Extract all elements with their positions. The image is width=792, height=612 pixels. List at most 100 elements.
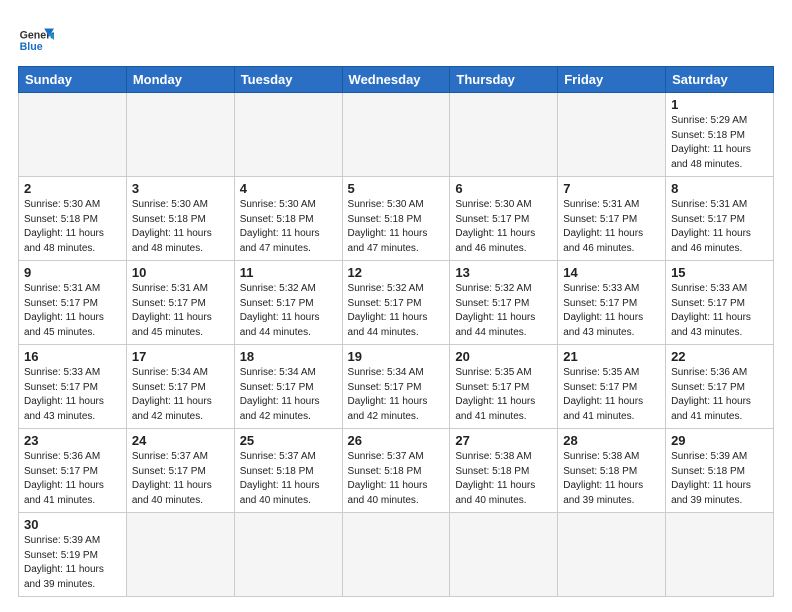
weekday-header-thursday: Thursday — [450, 67, 558, 93]
calendar-cell: 1 Sunrise: 5:29 AMSunset: 5:18 PMDaylight… — [666, 93, 774, 177]
weekday-header-wednesday: Wednesday — [342, 67, 450, 93]
calendar-cell — [126, 93, 234, 177]
week-row-5: 30Sunrise: 5:39 AMSunset: 5:19 PMDayligh… — [19, 513, 774, 597]
day-number: 10 — [132, 265, 229, 280]
cell-info: Sunrise: 5:30 AMSunset: 5:18 PMDaylight:… — [132, 198, 229, 256]
calendar-cell: 12 Sunrise: 5:32 AMSunset: 5:17 PMDayligh… — [342, 261, 450, 345]
calendar-cell: 4 Sunrise: 5:30 AMSunset: 5:18 PMDaylight… — [234, 177, 342, 261]
week-row-1: 2Sunrise: 5:30 AMSunset: 5:18 PMDaylight… — [19, 177, 774, 261]
day-number: 29 — [671, 433, 768, 448]
calendar-cell: 15 Sunrise: 5:33 AMSunset: 5:17 PMDayligh… — [666, 261, 774, 345]
calendar-cell: 7Sunrise: 5:31 AMSunset: 5:17 PMDaylight… — [558, 177, 666, 261]
day-number: 8 — [671, 181, 768, 196]
calendar-cell: 19 Sunrise: 5:34 AMSunset: 5:17 PMDayligh… — [342, 345, 450, 429]
day-number: 12 — [348, 265, 445, 280]
header: General Blue — [18, 18, 774, 58]
week-row-4: 23 Sunrise: 5:36 AMSunset: 5:17 PMDayligh… — [19, 429, 774, 513]
day-number: 11 — [240, 265, 337, 280]
cell-info: Sunrise: 5:31 AMSunset: 5:17 PMDaylight:… — [671, 198, 768, 256]
calendar-cell: 24Sunrise: 5:37 AMSunset: 5:17 PMDayligh… — [126, 429, 234, 513]
calendar-cell — [558, 93, 666, 177]
weekday-header-row: SundayMondayTuesdayWednesdayThursdayFrid… — [19, 67, 774, 93]
cell-info: Sunrise: 5:37 AMSunset: 5:18 PMDaylight:… — [348, 450, 445, 508]
logo: General Blue — [18, 22, 54, 58]
cell-info: Sunrise: 5:30 AMSunset: 5:17 PMDaylight:… — [455, 198, 552, 256]
calendar-cell — [234, 513, 342, 597]
weekday-header-saturday: Saturday — [666, 67, 774, 93]
calendar-cell: 26Sunrise: 5:37 AMSunset: 5:18 PMDayligh… — [342, 429, 450, 513]
calendar-cell: 20Sunrise: 5:35 AMSunset: 5:17 PMDayligh… — [450, 345, 558, 429]
day-number: 3 — [132, 181, 229, 196]
day-number: 27 — [455, 433, 552, 448]
weekday-header-sunday: Sunday — [19, 67, 127, 93]
cell-info: Sunrise: 5:31 AMSunset: 5:17 PMDaylight:… — [24, 282, 121, 340]
calendar-cell: 23 Sunrise: 5:36 AMSunset: 5:17 PMDayligh… — [19, 429, 127, 513]
week-row-2: 9 Sunrise: 5:31 AMSunset: 5:17 PMDaylight… — [19, 261, 774, 345]
cell-info: Sunrise: 5:38 AMSunset: 5:18 PMDaylight:… — [563, 450, 660, 508]
day-number: 23 — [24, 433, 121, 448]
day-number: 1 — [671, 97, 768, 112]
cell-info: Sunrise: 5:32 AMSunset: 5:17 PMDaylight:… — [348, 282, 445, 340]
cell-info: Sunrise: 5:33 AMSunset: 5:17 PMDaylight:… — [24, 366, 121, 424]
day-number: 18 — [240, 349, 337, 364]
day-number: 30 — [24, 517, 121, 532]
cell-info: Sunrise: 5:30 AMSunset: 5:18 PMDaylight:… — [240, 198, 337, 256]
day-number: 25 — [240, 433, 337, 448]
week-row-0: 1 Sunrise: 5:29 AMSunset: 5:18 PMDaylight… — [19, 93, 774, 177]
day-number: 28 — [563, 433, 660, 448]
day-number: 15 — [671, 265, 768, 280]
day-number: 9 — [24, 265, 121, 280]
cell-info: Sunrise: 5:34 AMSunset: 5:17 PMDaylight:… — [348, 366, 445, 424]
day-number: 14 — [563, 265, 660, 280]
calendar-cell: 27 Sunrise: 5:38 AMSunset: 5:18 PMDayligh… — [450, 429, 558, 513]
cell-info: Sunrise: 5:36 AMSunset: 5:17 PMDaylight:… — [24, 450, 121, 508]
calendar-cell: 29 Sunrise: 5:39 AMSunset: 5:18 PMDayligh… — [666, 429, 774, 513]
cell-info: Sunrise: 5:30 AMSunset: 5:18 PMDaylight:… — [24, 198, 121, 256]
calendar-cell: 14 Sunrise: 5:33 AMSunset: 5:17 PMDayligh… — [558, 261, 666, 345]
weekday-header-friday: Friday — [558, 67, 666, 93]
svg-text:Blue: Blue — [20, 41, 43, 53]
day-number: 4 — [240, 181, 337, 196]
calendar-cell — [558, 513, 666, 597]
calendar-cell: 9 Sunrise: 5:31 AMSunset: 5:17 PMDaylight… — [19, 261, 127, 345]
cell-info: Sunrise: 5:32 AMSunset: 5:17 PMDaylight:… — [240, 282, 337, 340]
calendar-cell: 8 Sunrise: 5:31 AMSunset: 5:17 PMDaylight… — [666, 177, 774, 261]
calendar-cell: 2Sunrise: 5:30 AMSunset: 5:18 PMDaylight… — [19, 177, 127, 261]
cell-info: Sunrise: 5:37 AMSunset: 5:18 PMDaylight:… — [240, 450, 337, 508]
cell-info: Sunrise: 5:29 AMSunset: 5:18 PMDaylight:… — [671, 114, 768, 172]
calendar-cell: 30Sunrise: 5:39 AMSunset: 5:19 PMDayligh… — [19, 513, 127, 597]
day-number: 17 — [132, 349, 229, 364]
calendar-cell: 22Sunrise: 5:36 AMSunset: 5:17 PMDayligh… — [666, 345, 774, 429]
cell-info: Sunrise: 5:37 AMSunset: 5:17 PMDaylight:… — [132, 450, 229, 508]
calendar-cell: 25 Sunrise: 5:37 AMSunset: 5:18 PMDayligh… — [234, 429, 342, 513]
cell-info: Sunrise: 5:33 AMSunset: 5:17 PMDaylight:… — [563, 282, 660, 340]
cell-info: Sunrise: 5:38 AMSunset: 5:18 PMDaylight:… — [455, 450, 552, 508]
calendar-cell: 13 Sunrise: 5:32 AMSunset: 5:17 PMDayligh… — [450, 261, 558, 345]
cell-info: Sunrise: 5:39 AMSunset: 5:18 PMDaylight:… — [671, 450, 768, 508]
calendar-cell: 5Sunrise: 5:30 AMSunset: 5:18 PMDaylight… — [342, 177, 450, 261]
weekday-header-tuesday: Tuesday — [234, 67, 342, 93]
calendar-cell: 17 Sunrise: 5:34 AMSunset: 5:17 PMDayligh… — [126, 345, 234, 429]
calendar-cell: 28 Sunrise: 5:38 AMSunset: 5:18 PMDayligh… — [558, 429, 666, 513]
cell-info: Sunrise: 5:30 AMSunset: 5:18 PMDaylight:… — [348, 198, 445, 256]
cell-info: Sunrise: 5:32 AMSunset: 5:17 PMDaylight:… — [455, 282, 552, 340]
day-number: 13 — [455, 265, 552, 280]
cell-info: Sunrise: 5:35 AMSunset: 5:17 PMDaylight:… — [563, 366, 660, 424]
cell-info: Sunrise: 5:34 AMSunset: 5:17 PMDaylight:… — [132, 366, 229, 424]
cell-info: Sunrise: 5:35 AMSunset: 5:17 PMDaylight:… — [455, 366, 552, 424]
cell-info: Sunrise: 5:36 AMSunset: 5:17 PMDaylight:… — [671, 366, 768, 424]
calendar-cell: 6 Sunrise: 5:30 AMSunset: 5:17 PMDaylight… — [450, 177, 558, 261]
calendar-table: SundayMondayTuesdayWednesdayThursdayFrid… — [18, 66, 774, 597]
day-number: 19 — [348, 349, 445, 364]
calendar-cell: 11 Sunrise: 5:32 AMSunset: 5:17 PMDayligh… — [234, 261, 342, 345]
cell-info: Sunrise: 5:34 AMSunset: 5:17 PMDaylight:… — [240, 366, 337, 424]
calendar-cell: 10 Sunrise: 5:31 AMSunset: 5:17 PMDayligh… — [126, 261, 234, 345]
week-row-3: 16Sunrise: 5:33 AMSunset: 5:17 PMDayligh… — [19, 345, 774, 429]
cell-info: Sunrise: 5:31 AMSunset: 5:17 PMDaylight:… — [132, 282, 229, 340]
cell-info: Sunrise: 5:33 AMSunset: 5:17 PMDaylight:… — [671, 282, 768, 340]
calendar-cell — [342, 513, 450, 597]
calendar-cell: 21Sunrise: 5:35 AMSunset: 5:17 PMDayligh… — [558, 345, 666, 429]
day-number: 6 — [455, 181, 552, 196]
weekday-header-monday: Monday — [126, 67, 234, 93]
cell-info: Sunrise: 5:31 AMSunset: 5:17 PMDaylight:… — [563, 198, 660, 256]
